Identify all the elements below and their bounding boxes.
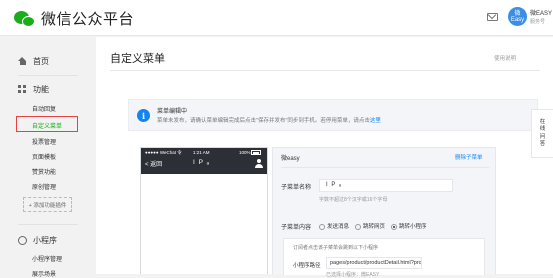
miniprogram-icon: [18, 236, 27, 245]
radio-jump-miniprogram[interactable]: 跳转小程序: [391, 222, 427, 230]
miniprogram-path-input[interactable]: pages/product/productDetail.html?pro: [326, 257, 422, 269]
notice-text: 菜单未发布，请确认菜单编辑完成后点击"保存并发布"同步到手机。若停用菜单，请点击…: [157, 116, 381, 124]
account-type: 服务号: [530, 19, 546, 25]
phone-header: ●●●●● WeChat 令 1:21 AM 100% < 返回 I P ₐ: [141, 148, 267, 174]
sidebar-section-miniprogram: 小程序: [18, 235, 57, 246]
radio-jump-web[interactable]: 跳转网页: [355, 222, 385, 230]
page-title: 自定义菜单: [110, 53, 165, 65]
title-divider: [110, 70, 540, 71]
sidebar-functions-label: 功能: [33, 85, 49, 94]
submenu-content-label: 子菜单内容: [281, 225, 312, 231]
logo-text: 微信公众平台: [41, 11, 135, 28]
radio-icon: [355, 223, 362, 230]
add-plugin-button[interactable]: + 添加功能插件: [23, 197, 72, 212]
sidebar-miniprogram-label: 小程序: [33, 236, 57, 245]
phone-battery-text: 100%: [239, 150, 251, 155]
miniprogram-path-label: 小程序路径: [293, 263, 321, 269]
radio-icon: [319, 223, 325, 230]
submenu-name-label: 子菜单名称: [281, 185, 312, 191]
radio-checked-icon: [391, 223, 398, 230]
top-header: 微信公众平台 微 Easy 微EASY 服务号: [0, 0, 553, 36]
wechat-logo[interactable]: 微信公众平台: [14, 8, 134, 29]
sidebar-divider: [18, 224, 78, 225]
radio-send-message-label: 发送消息: [327, 224, 350, 230]
editor-menu-name: 微easy: [281, 156, 300, 162]
avatar[interactable]: 微 Easy: [508, 7, 527, 26]
float-tab-char: 答: [539, 140, 546, 147]
radio-jump-web-label: 跳转网页: [363, 224, 386, 230]
submenu-name-input[interactable]: I P ₐ: [319, 179, 453, 192]
sidebar-item-mini-manage[interactable]: 小程序管理: [32, 254, 62, 263]
info-icon: i: [137, 109, 150, 122]
sidebar-item-reward[interactable]: 赞赏功能: [32, 167, 56, 176]
notice-body: 菜单未发布，请确认菜单编辑完成后点击"保存并发布"同步到手机。若停用菜单，请点击: [157, 118, 370, 124]
sidebar-section-functions: 功能: [18, 84, 49, 95]
phone-title: I P ₐ: [193, 159, 211, 166]
sidebar-home-label: 首页: [33, 57, 49, 66]
phone-back-button[interactable]: < 返回: [145, 159, 162, 168]
help-link[interactable]: 使用说明: [494, 54, 516, 62]
phone-time: 1:21 AM: [193, 150, 210, 155]
sidebar-item-custom-menu[interactable]: 自定义菜单: [32, 121, 62, 130]
float-tab-char: 线: [539, 126, 546, 133]
radio-jump-miniprogram-label: 跳转小程序: [399, 224, 427, 230]
notice-banner: i 菜单编辑中 菜单未发布，请确认菜单编辑完成后点击"保存并发布"同步到手机。若…: [128, 99, 538, 131]
float-tab-char: 问: [539, 133, 546, 140]
sidebar-item-original[interactable]: 原创管理: [32, 182, 56, 191]
sidebar-item-vote[interactable]: 投票管理: [32, 137, 56, 146]
delete-submenu-link[interactable]: 删除子菜单: [455, 153, 483, 161]
submenu-name-hint: 字数不超过8个汉字或16个字母: [319, 197, 388, 203]
person-icon[interactable]: [255, 159, 263, 168]
sidebar-item-page-template[interactable]: 页面模板: [32, 152, 56, 161]
sidebar-divider: [18, 75, 78, 76]
submenu-editor: 微easy 删除子菜单 子菜单名称 I P ₐ 字数不超过8个汉字或16个字母 …: [272, 147, 496, 278]
account-name[interactable]: 微EASY: [530, 8, 552, 17]
sidebar-item-auto-reply[interactable]: 自动回复: [32, 104, 56, 113]
mail-icon[interactable]: [487, 13, 498, 21]
float-tab-char: 在: [539, 118, 546, 125]
main-content: 自定义菜单 使用说明 i 菜单编辑中 菜单未发布，请确认菜单编辑完成后点击"保存…: [96, 37, 553, 278]
sidebar-item-home[interactable]: 首页: [18, 56, 49, 67]
editor-divider: [281, 167, 489, 168]
notice-link[interactable]: 这里: [370, 118, 381, 124]
grid-icon: [18, 85, 27, 94]
miniprogram-selected-hint: 已选择小程序：微EASY: [326, 272, 380, 278]
online-qa-tab[interactable]: 在 线 问 答: [531, 109, 553, 158]
phone-preview: ●●●●● WeChat 令 1:21 AM 100% < 返回 I P ₐ: [140, 147, 268, 274]
avatar-text-bottom: Easy: [510, 16, 525, 23]
miniprogram-settings: 订阅者点击该子菜单会跳到以下小程序 小程序路径 pages/product/pr…: [283, 238, 485, 278]
radio-send-message[interactable]: 发送消息: [319, 222, 349, 230]
miniprogram-desc: 订阅者点击该子菜单会跳到以下小程序: [293, 245, 379, 251]
content-type-radios: 发送消息 跳转网页 跳转小程序: [319, 222, 427, 230]
sidebar: 首页 功能 自动回复 自定义菜单 投票管理 页面模板 赞赏功能 原创管理 + 添…: [0, 37, 96, 278]
battery-icon: [251, 150, 261, 155]
wechat-logo-icon: [14, 9, 36, 29]
phone-carrier: ●●●●● WeChat 令: [145, 150, 182, 155]
home-icon: [18, 57, 27, 66]
notice-title: 菜单编辑中: [157, 109, 188, 115]
